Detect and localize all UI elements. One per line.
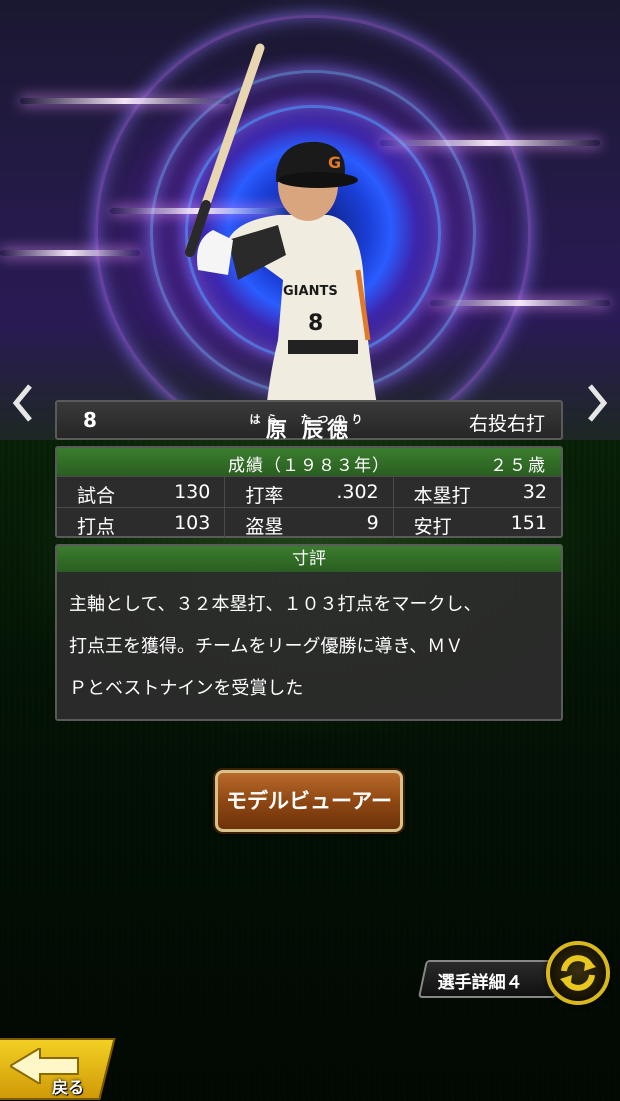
player-age: ２５歳 xyxy=(490,456,547,476)
stats-row: 試合 130 打率 .302 本塁打 32 xyxy=(57,476,561,507)
player-image: G GIANTS 8 xyxy=(185,43,383,440)
next-player-button[interactable] xyxy=(582,378,612,428)
stat-average: 打率 .302 xyxy=(225,477,394,507)
stat-hits: 安打 151 xyxy=(413,512,547,538)
back-label: 戻る xyxy=(52,1078,85,1097)
model-viewer-button[interactable]: モデルビューアー xyxy=(215,770,403,832)
jersey-number: 8 xyxy=(308,311,323,336)
stat-homeruns: 本塁打 32 xyxy=(413,481,547,507)
player-name-bar: 8 はら たつのり 原 辰徳 右投右打 xyxy=(55,400,563,442)
evaluation-panel: 寸評 主軸として、３２本塁打、１０３打点をマークし、 打点王を獲得。チームをリー… xyxy=(55,544,563,721)
swap-button[interactable] xyxy=(546,941,610,1005)
evaluation-line: 主軸として、３２本塁打、１０３打点をマークし、 xyxy=(69,594,482,615)
player-detail-label: 選手詳細４ xyxy=(437,973,523,993)
evaluation-line: Ｐとベストナインを受賞した xyxy=(69,678,304,699)
stat-steals: 盗塁 9 xyxy=(225,508,394,538)
stats-header: 成績（１９８３年） ２５歳 xyxy=(57,448,561,476)
evaluation-line: 打点王を獲得。チームをリーグ優勝に導き、ＭＶ xyxy=(69,636,464,657)
cap-logo: G xyxy=(328,153,341,172)
stat-rbi: 打点 103 xyxy=(57,508,226,538)
player-detail-button[interactable]: 選手詳細４ xyxy=(417,960,565,998)
evaluation-header: 寸評 xyxy=(57,546,561,572)
stats-title: 成績（１９８３年） xyxy=(228,456,390,476)
chevron-right-icon xyxy=(588,384,608,422)
jersey-name: GIANTS xyxy=(283,284,338,299)
stats-row: 打点 103 盗塁 9 安打 151 xyxy=(57,507,561,538)
prev-player-button[interactable] xyxy=(8,378,38,428)
chevron-left-icon xyxy=(12,384,32,422)
stat-games: 試合 130 xyxy=(57,477,226,507)
swap-arrows-icon xyxy=(560,955,596,991)
back-button[interactable]: 戻る xyxy=(0,1036,116,1101)
player-handedness: 右投右打 xyxy=(468,413,545,435)
evaluation-text: 主軸として、３２本塁打、１０３打点をマークし、 打点王を獲得。チームをリーグ優勝… xyxy=(57,572,561,710)
stats-table: 成績（１９８３年） ２５歳 試合 130 打率 .302 本塁打 32 打点 103 盗… xyxy=(55,446,563,538)
